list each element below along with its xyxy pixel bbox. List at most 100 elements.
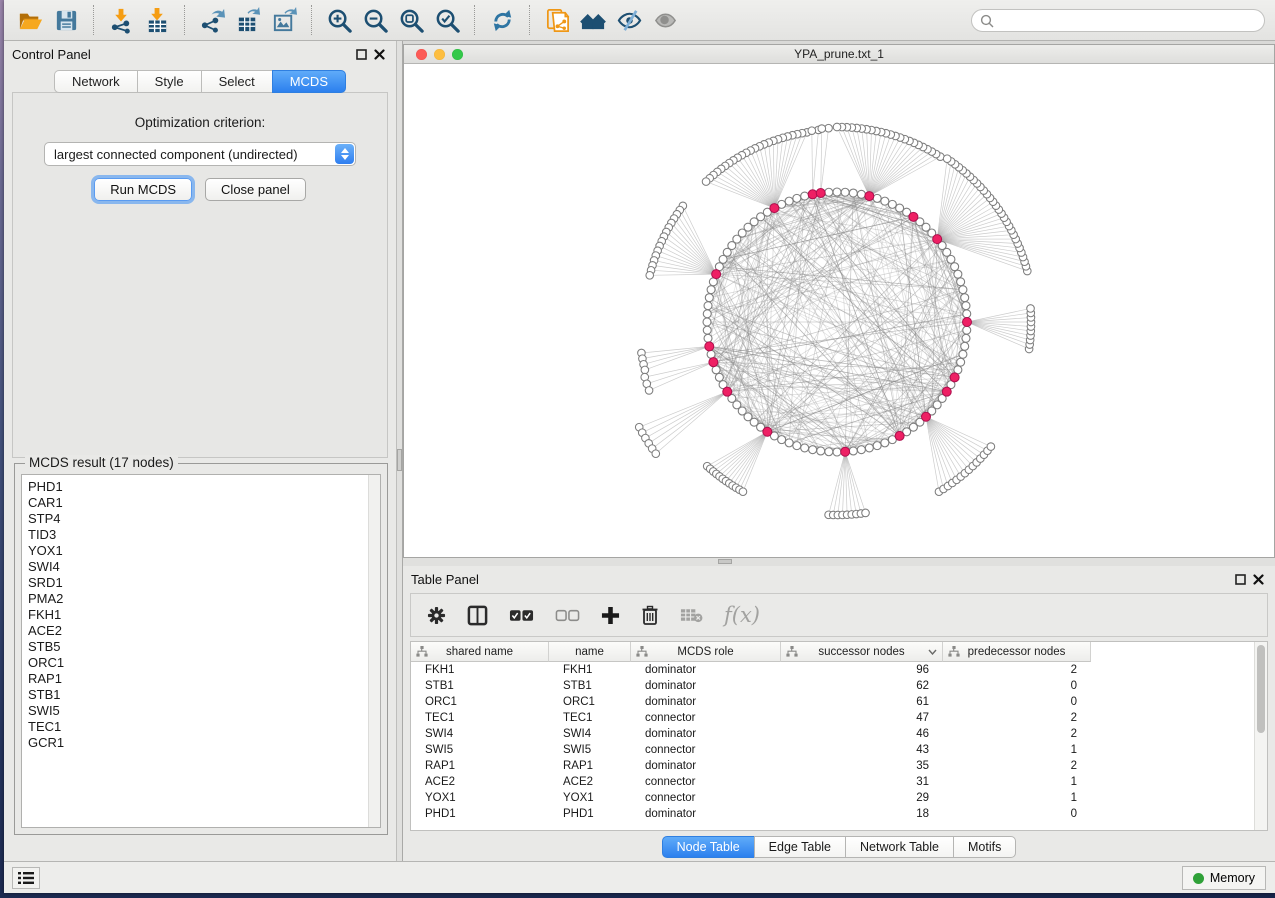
mcds-result-item[interactable]: PMA2 [28,591,380,607]
table-tab-motifs[interactable]: Motifs [953,836,1016,858]
network-node[interactable] [702,178,710,186]
column-header-name[interactable]: name [549,642,631,662]
import-network-icon[interactable] [103,3,139,37]
column-header-shared-name[interactable]: shared name [411,642,549,662]
network-node[interactable] [849,189,857,197]
network-node[interactable] [778,436,786,444]
scrollbar-thumb[interactable] [1257,645,1265,733]
network-node[interactable] [857,446,865,454]
table-scrollbar[interactable] [1254,642,1267,830]
network-node[interactable] [962,302,970,310]
mcds-dominator-node[interactable] [933,235,942,244]
mcds-result-item[interactable]: TID3 [28,527,380,543]
network-node[interactable] [963,310,971,318]
network-node[interactable] [707,350,715,358]
network-node[interactable] [959,286,967,294]
mcds-result-item[interactable]: STB1 [28,687,380,703]
control-tab-mcds[interactable]: MCDS [272,70,346,93]
run-mcds-button[interactable]: Run MCDS [94,178,192,201]
mcds-dominator-node[interactable] [712,270,721,279]
network-node[interactable] [705,294,713,302]
table-tab-node-table[interactable]: Node Table [662,836,754,858]
minimize-window-icon[interactable] [434,49,445,60]
network-node[interactable] [841,188,849,196]
network-node[interactable] [961,342,969,350]
horizontal-splitter[interactable] [403,558,1275,566]
table-row[interactable]: PHD1PHD1dominator180 [411,806,1255,822]
network-node[interactable] [801,192,809,200]
mcds-dominator-node[interactable] [963,318,972,327]
mcds-dominator-node[interactable] [865,192,874,201]
network-node[interactable] [881,197,889,205]
mcds-dominator-node[interactable] [723,387,732,396]
mcds-dominator-node[interactable] [895,431,904,440]
mcds-dominator-node[interactable] [816,189,825,198]
task-history-icon[interactable] [12,867,40,889]
show-column-panel-icon[interactable] [467,605,488,626]
deselect-all-columns-icon[interactable] [555,609,580,622]
network-node[interactable] [793,194,801,202]
mcds-result-item[interactable]: TEC1 [28,719,380,735]
table-row[interactable]: RAP1RAP1dominator352 [411,758,1255,774]
mcds-result-item[interactable]: FKH1 [28,607,380,623]
mcds-result-item[interactable]: YOX1 [28,543,380,559]
table-row[interactable]: SWI4SWI4dominator462 [411,726,1255,742]
export-image-icon[interactable] [266,3,302,37]
network-node[interactable] [862,509,870,517]
network-node[interactable] [957,278,965,286]
save-session-icon[interactable] [48,3,84,37]
maximize-window-icon[interactable] [452,49,463,60]
network-node[interactable] [849,447,857,455]
network-node[interactable] [896,204,904,212]
network-node[interactable] [873,442,881,450]
splitter-grip[interactable] [397,449,402,471]
network-node[interactable] [808,127,816,135]
mcds-dominator-node[interactable] [921,412,930,421]
vertical-splitter[interactable] [396,41,403,861]
create-column-plus-icon[interactable] [601,606,620,625]
mcds-result-item[interactable]: STP4 [28,511,380,527]
mcds-result-item[interactable]: SWI4 [28,559,380,575]
network-node[interactable] [707,286,715,294]
mcds-result-list[interactable]: PHD1CAR1STP4TID3YOX1SWI4SRD1PMA2FKH1ACE2… [21,474,381,828]
network-node[interactable] [646,272,654,280]
zoom-out-icon[interactable] [357,3,393,37]
delete-column-trash-icon[interactable] [641,605,659,625]
network-node[interactable] [739,488,747,496]
open-file-icon[interactable] [12,3,48,37]
table-settings-gear-icon[interactable] [427,606,446,625]
network-node[interactable] [951,263,959,271]
mcds-dominator-node[interactable] [705,342,714,351]
select-all-columns-icon[interactable] [509,609,534,622]
export-network-icon[interactable] [194,3,230,37]
network-node[interactable] [954,270,962,278]
network-node[interactable] [715,373,723,381]
search-input[interactable] [994,11,1264,30]
network-node[interactable] [652,450,660,458]
zoom-selected-icon[interactable] [429,3,465,37]
close-panel-icon[interactable] [370,45,388,63]
network-node[interactable] [881,439,889,447]
show-all-icon[interactable] [647,3,683,37]
network-node[interactable] [825,188,833,196]
close-panel-icon[interactable] [1249,570,1267,588]
refresh-layout-icon[interactable] [484,3,520,37]
mcds-result-item[interactable]: GCR1 [28,735,380,751]
mcds-dominator-node[interactable] [770,204,779,213]
clone-network-icon[interactable] [539,3,575,37]
mcds-dominator-node[interactable] [950,373,959,382]
mcds-dominator-node[interactable] [709,358,718,367]
float-panel-icon[interactable] [352,45,370,63]
mcds-dominator-node[interactable] [909,212,918,221]
network-node[interactable] [961,294,969,302]
mcds-dominator-node[interactable] [763,427,772,436]
network-canvas[interactable] [404,64,1274,557]
mcds-result-item[interactable]: SWI5 [28,703,380,719]
control-tab-network[interactable]: Network [54,70,137,93]
table-row[interactable]: TEC1TEC1connector472 [411,710,1255,726]
mcds-result-item[interactable]: PHD1 [28,479,380,495]
network-node[interactable] [987,443,995,451]
network-node[interactable] [962,334,970,342]
hide-selected-icon[interactable] [611,3,647,37]
network-node[interactable] [703,310,711,318]
